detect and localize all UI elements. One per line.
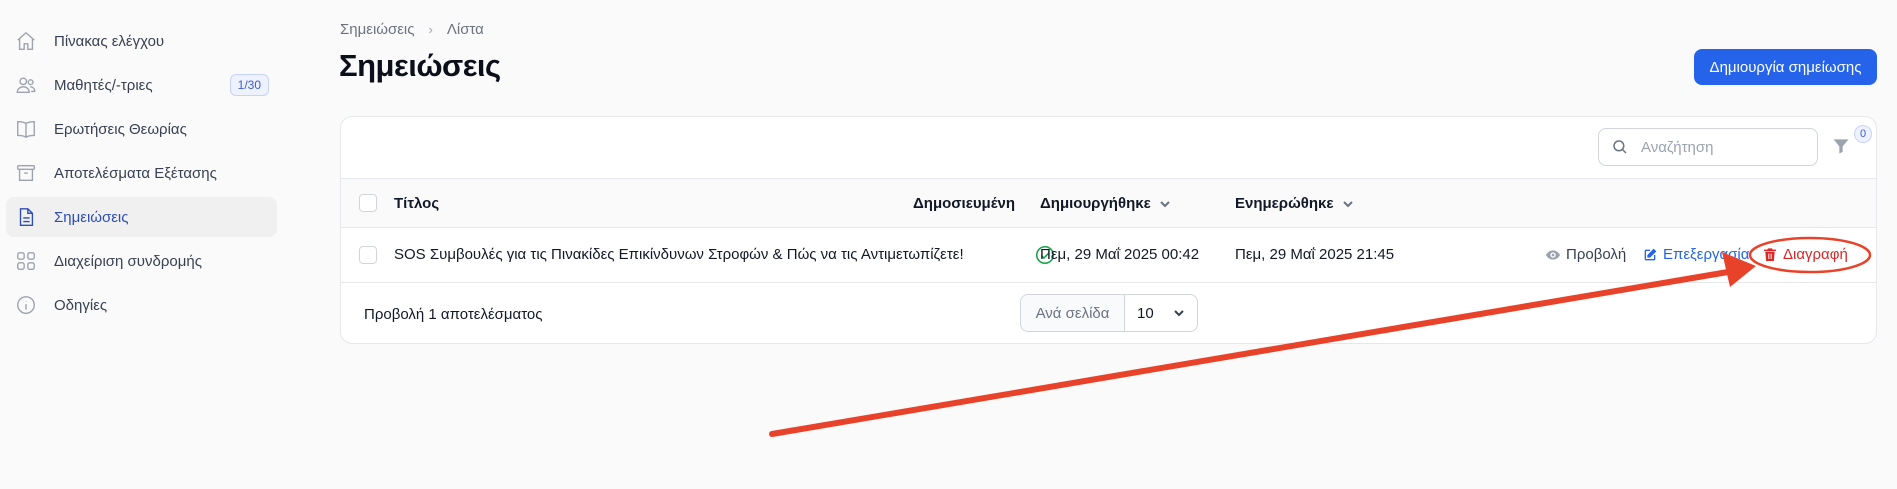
sidebar-item-students[interactable]: Μαθητές/-τριες 1/30 — [6, 65, 277, 105]
edit-action[interactable]: Επεξεργασία — [1642, 246, 1749, 263]
row-updated-date: Πεμ, 29 Μαΐ 2025 21:45 — [1235, 246, 1395, 263]
per-page-label: Ανά σελίδα — [1021, 295, 1125, 331]
search-icon — [1613, 140, 1627, 154]
row-title: SOS Συμβουλές για τις Πινακίδες Επικίνδυ… — [394, 246, 964, 263]
delete-action[interactable]: Διαγραφή — [1762, 246, 1848, 263]
chevron-down-icon — [1342, 200, 1353, 207]
sidebar-item-notes[interactable]: Σημειώσεις — [6, 197, 277, 237]
sidebar-item-guide[interactable]: Οδηγίες — [6, 285, 277, 325]
page-title: Σημειώσεις — [339, 48, 501, 83]
column-header-label: Δημιουργήθηκε — [1040, 195, 1151, 212]
notes-table-card: 0 Τίτλος Δημοσιευμένη Δημιουργήθηκε Ενημ… — [340, 116, 1877, 344]
sidebar-item-exam-results[interactable]: Αποτελέσματα Εξέτασης — [6, 153, 277, 193]
chevron-down-icon — [1160, 200, 1170, 207]
row-created-date: Πεμ, 29 Μαΐ 2025 00:42 — [1040, 246, 1200, 263]
column-header-created[interactable]: Δημιουργήθηκε — [1040, 195, 1171, 212]
filter-button[interactable] — [1831, 136, 1855, 160]
book-icon — [14, 117, 38, 141]
sidebar-item-label: Πίνακας ελέγχου — [54, 32, 165, 50]
results-count-text: Προβολή 1 αποτελέσματος — [364, 306, 543, 323]
row-checkbox[interactable] — [359, 246, 377, 264]
filter-count-badge: 0 — [1854, 125, 1872, 143]
per-page-selector: Ανά σελίδα 10 — [1020, 294, 1198, 332]
chevron-right-icon: › — [428, 22, 433, 37]
search-field[interactable] — [1598, 128, 1818, 166]
document-icon — [14, 205, 38, 229]
view-action[interactable]: Προβολή — [1545, 246, 1626, 263]
edit-action-label: Επεξεργασία — [1663, 246, 1750, 263]
delete-action-label: Διαγραφή — [1783, 246, 1848, 263]
column-header-label: Ενημερώθηκε — [1235, 195, 1334, 212]
eye-icon — [1546, 249, 1560, 260]
archive-icon — [14, 161, 38, 185]
home-icon — [14, 29, 38, 53]
select-all-checkbox[interactable] — [359, 194, 377, 212]
table-header: Τίτλος Δημοσιευμένη Δημιουργήθηκε Ενημερ… — [341, 178, 1876, 228]
chevron-down-icon — [1174, 310, 1184, 317]
sidebar-item-label: Ερωτήσεις Θεωρίας — [54, 120, 187, 138]
sidebar-item-dashboard[interactable]: Πίνακας ελέγχου — [6, 21, 277, 61]
sidebar-item-label: Αποτελέσματα Εξέτασης — [54, 164, 217, 182]
sidebar-item-label: Διαχείριση συνδρομής — [54, 252, 202, 270]
view-action-label: Προβολή — [1566, 246, 1627, 263]
info-icon — [14, 293, 38, 317]
sidebar-item-label: Οδηγίες — [54, 296, 108, 314]
search-input[interactable] — [1641, 138, 1801, 156]
breadcrumb-parent-link[interactable]: Σημειώσεις — [340, 21, 415, 38]
column-header-published: Δημοσιευμένη — [913, 195, 1016, 212]
table-row: SOS Συμβουλές για τις Πινακίδες Επικίνδυ… — [341, 228, 1876, 283]
sidebar-item-theory-questions[interactable]: Ερωτήσεις Θεωρίας — [6, 109, 277, 149]
trash-icon — [1764, 247, 1776, 261]
column-header-updated[interactable]: Ενημερώθηκε — [1235, 195, 1354, 212]
sidebar-item-subscription[interactable]: Διαχείριση συνδρομής — [6, 241, 277, 281]
breadcrumb-current: Λίστα — [446, 21, 484, 38]
grid-icon — [14, 249, 38, 273]
pencil-square-icon — [1644, 248, 1657, 260]
students-count-badge: 1/30 — [229, 74, 269, 96]
funnel-icon — [1833, 139, 1849, 154]
sidebar-item-label: Σημειώσεις — [54, 208, 129, 226]
column-header-title: Τίτλος — [394, 195, 440, 212]
breadcrumb: Σημειώσεις › Λίστα — [340, 21, 484, 38]
create-note-button[interactable]: Δημιουργία σημείωσης — [1694, 49, 1877, 85]
users-icon — [14, 73, 38, 97]
per-page-value: 10 — [1137, 304, 1154, 322]
per-page-select[interactable]: 10 — [1125, 295, 1197, 331]
sidebar: Πίνακας ελέγχου Μαθητές/-τριες 1/30 Ερωτ… — [0, 0, 290, 489]
sidebar-item-label: Μαθητές/-τριες — [54, 76, 153, 94]
